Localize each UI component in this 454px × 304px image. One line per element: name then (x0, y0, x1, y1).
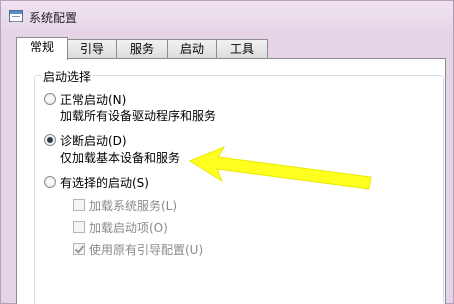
tab-tools[interactable]: 工具 (216, 39, 268, 58)
title-bar[interactable]: 系统配置 (1, 1, 453, 31)
tab-boot[interactable]: 引导 (67, 39, 117, 58)
system-config-window: 系统配置 常规 引导 服务 启动 工具 启动选择 正常启动(N) 加载所有设备驱… (0, 0, 454, 304)
selective-startup-radio[interactable] (44, 176, 56, 188)
tab-strip: 常规 引导 服务 启动 工具 (16, 37, 454, 60)
yellow-arrow-annotation (188, 145, 372, 190)
diagnostic-startup-radio[interactable] (44, 134, 56, 146)
load-system-services-checkbox[interactable] (73, 199, 85, 211)
selective-startup-label[interactable]: 有选择的启动(S) (60, 174, 149, 191)
app-window-icon (9, 10, 23, 22)
tab-startup[interactable]: 启动 (167, 39, 217, 58)
tab-services[interactable]: 服务 (116, 39, 168, 58)
startup-selection-label: 启动选择 (41, 68, 94, 85)
load-startup-items-checkbox[interactable] (73, 221, 85, 233)
load-startup-items-label: 加载启动项(O) (89, 221, 168, 235)
normal-startup-label[interactable]: 正常启动(N) (60, 91, 126, 108)
load-system-services-label: 加载系统服务(L) (89, 199, 178, 213)
normal-startup-radio[interactable] (44, 93, 56, 105)
use-original-boot-config-checkbox[interactable] (73, 243, 85, 255)
use-original-boot-config-label: 使用原有引导配置(U) (89, 243, 204, 257)
window-title: 系统配置 (29, 11, 78, 25)
tab-general[interactable]: 常规 (16, 37, 68, 60)
normal-startup-description: 加载所有设备驱动程序和服务 (60, 109, 217, 123)
diagnostic-startup-label[interactable]: 诊断启动(D) (60, 132, 127, 149)
diagnostic-startup-description: 仅加载基本设备和服务 (60, 151, 181, 165)
